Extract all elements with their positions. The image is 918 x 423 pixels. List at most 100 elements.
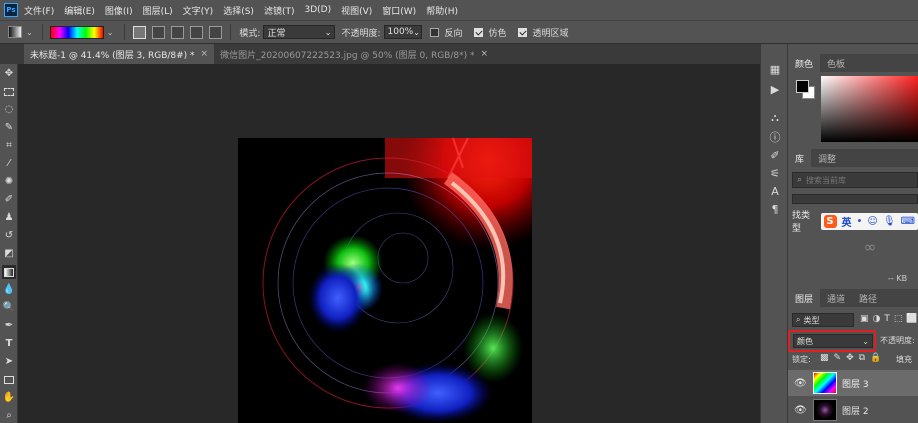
actions-icon[interactable]: ⛬ xyxy=(768,110,782,124)
character-icon[interactable]: A xyxy=(768,184,782,198)
close-icon[interactable]: × xyxy=(201,49,209,59)
menu-file[interactable]: 文件(F) xyxy=(24,4,54,17)
shape-filter-icon[interactable]: ⬚ xyxy=(894,314,903,324)
gradient-tool-icon[interactable] xyxy=(2,265,16,279)
tab-label: 微信图片_20200607222523.jpg @ 50% (图层 0, RGB… xyxy=(220,50,475,61)
lock-move-icon[interactable]: ✥ xyxy=(846,353,854,363)
zoom-tool-icon[interactable]: ⌕ xyxy=(2,409,16,423)
paragraph-icon[interactable]: ¶ xyxy=(768,202,782,216)
document-canvas[interactable] xyxy=(238,138,532,423)
tab-layers[interactable]: 图层 xyxy=(788,289,821,307)
menu-image[interactable]: 图像(I) xyxy=(105,4,133,17)
layer-filter-icons: ▣ ◑ T ⬚ ⬜ xyxy=(860,314,918,324)
type-tool-icon[interactable]: T xyxy=(2,337,16,351)
path-select-tool-icon[interactable]: ➤ xyxy=(2,355,16,369)
color-picker-field[interactable] xyxy=(821,76,918,142)
dither-checkbox[interactable] xyxy=(473,27,483,37)
layer-thumbnail xyxy=(813,399,837,421)
eraser-tool-icon[interactable]: ◩ xyxy=(2,247,16,261)
transparency-label: 透明区域 xyxy=(532,28,569,39)
keyboard-icon[interactable]: ⌨ xyxy=(901,216,915,227)
close-icon[interactable]: × xyxy=(481,49,489,59)
history-icon[interactable]: ▦ xyxy=(768,62,782,76)
eye-icon[interactable]: 👁 xyxy=(794,405,808,416)
tab-channels[interactable]: 通道 xyxy=(820,289,852,307)
lock-paint-icon[interactable]: ✎ xyxy=(834,353,842,363)
menu-layer[interactable]: 图层(L) xyxy=(143,4,173,17)
blur-tool-icon[interactable]: 💧 xyxy=(2,283,16,297)
layer-row[interactable]: 👁 图层 3 xyxy=(788,370,918,396)
menu-window[interactable]: 窗口(W) xyxy=(382,4,416,17)
brush-settings-icon[interactable]: ✐ xyxy=(768,148,782,162)
move-tool-icon[interactable]: ✥ xyxy=(2,67,16,81)
menu-type[interactable]: 文字(Y) xyxy=(183,4,214,17)
transparency-checkbox[interactable] xyxy=(517,27,527,37)
adjustment-filter-icon[interactable]: ◑ xyxy=(873,314,881,324)
gradient-picker[interactable] xyxy=(49,25,104,39)
tab-swatches[interactable]: 色板 xyxy=(820,54,852,72)
lock-transparent-icon[interactable]: ▩ xyxy=(820,353,829,363)
library-select[interactable] xyxy=(792,194,918,204)
ime-english-mode[interactable]: 英 xyxy=(842,214,852,229)
tab-library[interactable]: 库 xyxy=(788,149,812,167)
quick-select-tool-icon[interactable]: ✎ xyxy=(2,121,16,135)
chevron-down-icon[interactable]: ⌄ xyxy=(107,28,114,37)
menu-select[interactable]: 选择(S) xyxy=(223,4,254,17)
chevron-down-icon[interactable]: ⌄ xyxy=(26,28,33,37)
gradient-tool-preset-icon[interactable] xyxy=(8,26,22,38)
adjust-icon[interactable]: ⚟ xyxy=(768,166,782,180)
history-brush-tool-icon[interactable]: ↺ xyxy=(2,229,16,243)
mode-select[interactable]: 正常 ⌄ xyxy=(263,25,336,39)
foreground-color-swatch[interactable] xyxy=(796,80,809,93)
menu-3d[interactable]: 3D(D) xyxy=(304,5,331,15)
tab-paths[interactable]: 路径 xyxy=(852,289,884,307)
lock-all-icon[interactable]: 🔒 xyxy=(870,353,881,363)
clone-stamp-tool-icon[interactable]: ♟ xyxy=(2,211,16,225)
dodge-tool-icon[interactable]: 🔍 xyxy=(2,301,16,315)
reflected-gradient-button[interactable] xyxy=(190,25,204,39)
tab-wechat-image[interactable]: 微信图片_20200607222523.jpg @ 50% (图层 0, RGB… xyxy=(214,44,494,64)
emoji-icon[interactable]: ☺ xyxy=(867,216,877,227)
lock-artboard-icon[interactable]: ⧉ xyxy=(859,353,865,363)
ime-prefix: 找类型 xyxy=(792,211,811,234)
fill-label: 填充 xyxy=(896,355,912,364)
sogou-ime-bar[interactable]: S 英 • ☺ 🎙 ⌨ xyxy=(820,212,918,230)
menu-filter[interactable]: 滤镜(T) xyxy=(264,4,295,17)
layer-filter-select[interactable]: ⌕ 类型 xyxy=(792,313,854,327)
radial-gradient-button[interactable] xyxy=(152,25,166,39)
menu-view[interactable]: 视图(V) xyxy=(341,4,372,17)
play-icon[interactable]: ▶ xyxy=(768,82,782,96)
tab-untitled-1[interactable]: 未标题-1 @ 41.4% (图层 3, RGB/8#) * × xyxy=(24,44,215,64)
menu-help[interactable]: 帮助(H) xyxy=(426,4,458,17)
tab-color[interactable]: 颜色 xyxy=(788,54,821,72)
tab-adjustments[interactable]: 调整 xyxy=(811,149,843,167)
opacity-input[interactable]: 100% ⌄ xyxy=(383,25,422,39)
crop-tool-icon[interactable]: ⌗ xyxy=(2,139,16,153)
marquee-tool-icon[interactable] xyxy=(2,85,16,99)
type-filter-icon[interactable]: T xyxy=(884,314,890,324)
library-search-input[interactable]: ⌕ 搜索当前库 xyxy=(792,172,918,188)
punctuation-icon[interactable]: • xyxy=(857,216,863,227)
angle-gradient-button[interactable] xyxy=(171,25,185,39)
smart-object-filter-icon[interactable]: ⬜ xyxy=(906,314,917,324)
lasso-tool-icon[interactable]: ◌ xyxy=(2,103,16,117)
hand-tool-icon[interactable]: ✋ xyxy=(2,391,16,405)
reverse-checkbox[interactable] xyxy=(429,27,439,37)
layer-row[interactable]: 👁 图层 2 xyxy=(788,397,918,423)
healing-brush-tool-icon[interactable]: ✺ xyxy=(2,175,16,189)
microphone-icon[interactable]: 🎙 xyxy=(883,216,896,227)
linear-gradient-button[interactable] xyxy=(133,25,147,39)
blend-mode-select[interactable]: 颜色 ⌄ xyxy=(793,334,873,348)
brush-tool-icon[interactable]: ✐ xyxy=(2,193,16,207)
info-icon[interactable]: ⓘ xyxy=(768,130,782,144)
eyedropper-tool-icon[interactable]: ⁄ xyxy=(2,157,16,171)
pixel-filter-icon[interactable]: ▣ xyxy=(860,314,869,324)
eye-icon[interactable]: 👁 xyxy=(794,378,808,389)
pen-tool-icon[interactable]: ✒ xyxy=(2,319,16,333)
library-size-label: -- KB xyxy=(888,274,908,283)
rectangle-tool-icon[interactable] xyxy=(2,373,16,387)
menu-edit[interactable]: 编辑(E) xyxy=(64,4,95,17)
diamond-gradient-button[interactable] xyxy=(209,25,223,39)
layer-name[interactable]: 图层 3 xyxy=(842,377,869,390)
layer-name[interactable]: 图层 2 xyxy=(842,404,869,417)
